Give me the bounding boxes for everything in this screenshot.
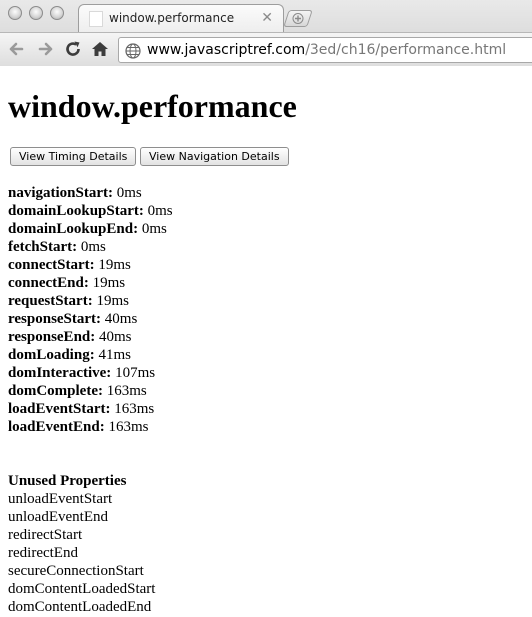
timing-key: navigationStart:: [8, 185, 113, 201]
timing-row: loadEventEnd: 163ms: [8, 418, 173, 436]
timing-row: connectEnd: 19ms: [8, 274, 173, 292]
browser-toolbar: www.javascriptref.com/3ed/ch16/performan…: [0, 32, 532, 66]
timing-value: 40ms: [104, 311, 138, 327]
timing-key: domLoading:: [8, 347, 95, 363]
timing-row: navigationStart: 0ms: [8, 184, 173, 202]
timing-key: domInteractive:: [8, 365, 112, 381]
tab-close-icon[interactable]: ✕: [261, 10, 273, 26]
timing-value: 0ms: [116, 185, 142, 201]
zoom-window-icon[interactable]: [50, 6, 64, 20]
timing-row: domComplete: 163ms: [8, 382, 173, 400]
timing-key: requestStart:: [8, 293, 93, 309]
page-content: window.performance View Timing Details V…: [0, 67, 532, 617]
tab-active[interactable]: window.performance ✕: [78, 4, 284, 32]
timing-key: connectEnd:: [8, 275, 89, 291]
browser-chrome: window.performance ✕ www.javascriptref.c…: [0, 0, 532, 66]
unused-property: redirectStart: [8, 527, 83, 543]
timing-key: responseEnd:: [8, 329, 96, 345]
unused-property: domContentLoadedEnd: [8, 599, 152, 615]
unused-property: redirectEnd: [8, 545, 78, 561]
unused-properties-heading: Unused Properties: [8, 473, 127, 489]
page-favicon-icon: [89, 11, 103, 27]
unused-properties-section: Unused Properties unloadEventStart unloa…: [8, 472, 155, 616]
page-title: window.performance: [8, 88, 297, 124]
timing-row: requestStart: 19ms: [8, 292, 173, 310]
timing-key: loadEventStart:: [8, 401, 111, 417]
timing-key: responseStart:: [8, 311, 102, 327]
close-window-icon[interactable]: [8, 6, 22, 20]
new-tab-button[interactable]: [283, 10, 313, 27]
view-navigation-details-button[interactable]: View Navigation Details: [140, 147, 289, 166]
timing-value: 0ms: [141, 221, 167, 237]
timing-row: responseStart: 40ms: [8, 310, 173, 328]
url-host: www.javascriptref.com: [147, 42, 306, 58]
timing-value: 0ms: [80, 239, 106, 255]
timing-key: fetchStart:: [8, 239, 78, 255]
timing-key: domainLookupStart:: [8, 203, 144, 219]
url-text: www.javascriptref.com/3ed/ch16/performan…: [147, 42, 506, 58]
timing-value: 163ms: [106, 383, 147, 399]
tab-strip: window.performance ✕: [0, 0, 532, 32]
timing-value: 19ms: [98, 257, 131, 273]
tab-title: window.performance: [109, 11, 235, 25]
timing-value: 163ms: [114, 401, 155, 417]
forward-arrow-icon[interactable]: [36, 39, 56, 59]
timing-row: domLoading: 41ms: [8, 346, 173, 364]
timing-row: domInteractive: 107ms: [8, 364, 173, 382]
unused-property: secureConnectionStart: [8, 563, 144, 579]
reload-icon[interactable]: [63, 39, 83, 59]
timing-row: loadEventStart: 163ms: [8, 400, 173, 418]
address-bar[interactable]: www.javascriptref.com/3ed/ch16/performan…: [118, 37, 532, 63]
unused-property: domContentLoadedStart: [8, 581, 156, 597]
unused-property: unloadEventEnd: [8, 509, 108, 525]
plus-icon: [292, 13, 304, 24]
back-arrow-icon[interactable]: [6, 39, 26, 59]
timing-value: 19ms: [96, 293, 129, 309]
url-path: /3ed/ch16/performance.html: [305, 42, 507, 58]
timing-key: loadEventEnd:: [8, 419, 105, 435]
timing-value: 107ms: [115, 365, 156, 381]
timing-key: connectStart:: [8, 257, 95, 273]
globe-icon: [125, 43, 141, 59]
timing-value: 19ms: [92, 275, 126, 291]
timing-row: connectStart: 19ms: [8, 256, 173, 274]
timing-key: domainLookupEnd:: [8, 221, 139, 237]
timing-list: navigationStart: 0ms domainLookupStart: …: [8, 184, 173, 436]
timing-key: domComplete:: [8, 383, 103, 399]
home-icon[interactable]: [90, 39, 110, 59]
timing-value: 40ms: [99, 329, 132, 345]
timing-value: 163ms: [108, 419, 149, 435]
timing-row: responseEnd: 40ms: [8, 328, 173, 346]
unused-property: unloadEventStart: [8, 491, 113, 507]
view-timing-details-button[interactable]: View Timing Details: [10, 147, 137, 166]
timing-value: 41ms: [98, 347, 131, 363]
minimize-window-icon[interactable]: [29, 6, 43, 20]
timing-value: 0ms: [147, 203, 173, 219]
timing-row: domainLookupEnd: 0ms: [8, 220, 173, 238]
timing-row: fetchStart: 0ms: [8, 238, 173, 256]
timing-row: domainLookupStart: 0ms: [8, 202, 173, 220]
